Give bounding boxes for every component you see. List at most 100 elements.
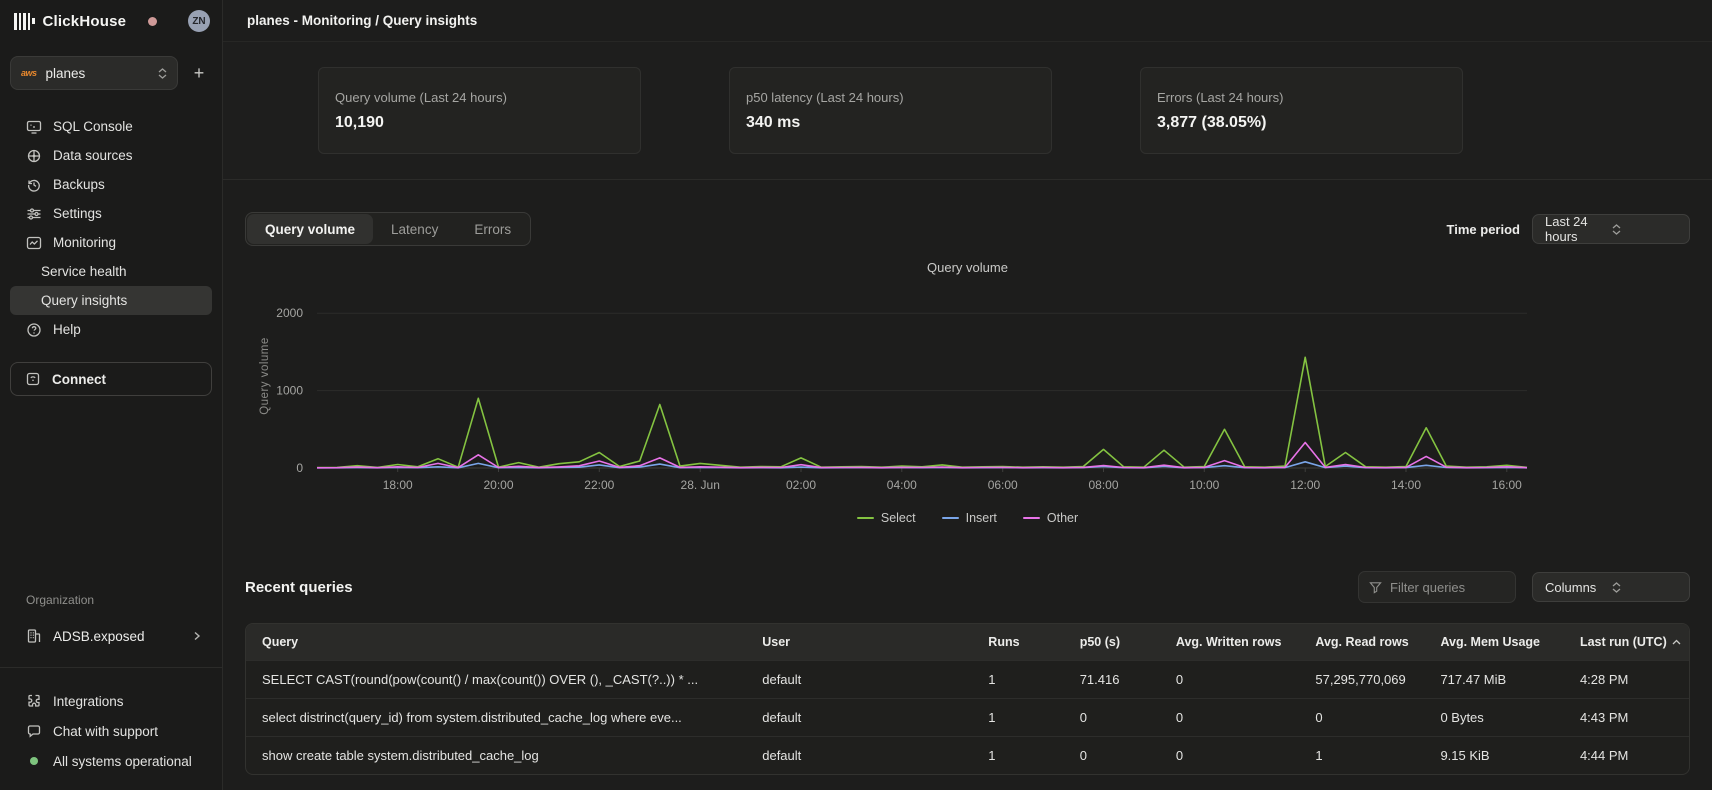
sidebar-item-label: Settings [53,206,102,221]
connect-button[interactable]: Connect [10,362,212,396]
funnel-icon [1369,581,1382,594]
svg-text:28. Jun: 28. Jun [681,478,720,492]
table-body: SELECT CAST(round(pow(count() / max(coun… [246,660,1689,774]
column-header[interactable]: Runs [972,635,1063,649]
app-window: ClickHouse ZN aws planes + SQL Console [0,0,1712,790]
legend-item-other[interactable]: Other [1023,511,1078,525]
svg-text:08:00: 08:00 [1088,478,1118,492]
recent-queries-table: QueryUserRunsp50 (s)Avg. Written rowsAvg… [245,623,1690,775]
chat-icon [26,723,42,739]
time-period-select[interactable]: Last 24 hours [1532,214,1690,244]
table-cell: 4:43 PM [1564,710,1689,725]
sidebar-item-service-health[interactable]: Service health [10,257,212,286]
table-cell: 71.416 [1064,672,1160,687]
columns-label: Columns [1545,580,1612,595]
organization-name: ADSB.exposed [53,629,145,644]
stat-value: 340 ms [746,114,1035,132]
sidebar-divider [0,667,222,668]
stat-label: p50 latency (Last 24 hours) [746,90,1035,105]
sidebar-item-backups[interactable]: Backups [10,170,212,199]
table-cell: 0 [1064,710,1160,725]
table-cell: 0 [1299,710,1424,725]
table-row[interactable]: select distrinct(query_id) from system.d… [246,698,1689,736]
table-row[interactable]: SELECT CAST(round(pow(count() / max(coun… [246,660,1689,698]
console-icon [26,119,42,135]
connect-icon [25,371,41,387]
legend-dash-icon [942,517,959,520]
chevron-updown-icon [1612,224,1679,235]
sidebar-item-query-insights[interactable]: Query insights [10,286,212,315]
svg-text:2000: 2000 [276,306,303,320]
column-header[interactable]: Avg. Read rows [1299,635,1424,649]
legend-label: Other [1047,511,1078,525]
columns-select[interactable]: Columns [1532,572,1690,602]
table-cell: 0 [1160,710,1299,725]
organization-item[interactable]: ADSB.exposed [10,621,212,651]
data-sources-icon [26,148,42,164]
sidebar-item-monitoring[interactable]: Monitoring [10,228,212,257]
query-volume-chart: 01000200018:0020:0022:0028. Jun02:0004:0… [259,284,1539,492]
column-header[interactable]: Last run (UTC) [1564,635,1689,649]
tab-latency[interactable]: Latency [373,214,456,244]
table-cell: select distrinct(query_id) from system.d… [246,710,746,725]
sidebar-item-label: Integrations [53,694,124,709]
chart-tabs: Query volume Latency Errors [245,212,531,246]
stat-label: Query volume (Last 24 hours) [335,90,624,105]
tab-errors[interactable]: Errors [456,214,529,244]
series-other [317,443,1527,468]
sidebar-item-integrations[interactable]: Integrations [10,686,212,716]
sidebar-item-label: Help [53,322,81,337]
sidebar-item-label: Backups [53,177,105,192]
column-header[interactable]: Query [246,635,746,649]
filter-queries-input-wrap [1358,571,1516,603]
svg-text:20:00: 20:00 [483,478,513,492]
connect-label: Connect [52,372,106,387]
table-cell: 1 [972,710,1063,725]
content: Query volume Latency Errors Time period … [223,180,1712,790]
svg-text:22:00: 22:00 [584,478,614,492]
column-header[interactable]: User [746,635,972,649]
chart-title: Query volume [245,260,1690,278]
table-cell: default [746,748,972,763]
sidebar: ClickHouse ZN aws planes + SQL Console [0,0,223,790]
avatar[interactable]: ZN [188,10,210,32]
series-select [317,357,1527,467]
table-header-row: QueryUserRunsp50 (s)Avg. Written rowsAvg… [246,624,1689,660]
stat-card-p50-latency: p50 latency (Last 24 hours) 340 ms [729,67,1052,154]
table-cell: show create table system.distributed_cac… [246,748,746,763]
svg-text:06:00: 06:00 [988,478,1018,492]
organization-icon [26,628,42,644]
recent-queries-heading: Recent queries [245,579,353,596]
svg-text:12:00: 12:00 [1290,478,1320,492]
stat-card-query-volume: Query volume (Last 24 hours) 10,190 [318,67,641,154]
table-cell: 1 [972,672,1063,687]
legend-item-select[interactable]: Select [857,511,916,525]
table-cell: 0 Bytes [1424,710,1564,725]
status-dot-icon [26,753,42,769]
sidebar-item-settings[interactable]: Settings [10,199,212,228]
table-cell: 0 [1064,748,1160,763]
tab-query-volume[interactable]: Query volume [247,214,373,244]
column-header[interactable]: Avg. Mem Usage [1424,635,1564,649]
chart-area: Query volume 01000200018:0020:0022:0028.… [245,284,1690,497]
stat-value: 10,190 [335,114,624,132]
organization-heading: Organization [10,593,212,607]
sidebar-item-system-status[interactable]: All systems operational [10,746,212,776]
table-row[interactable]: show create table system.distributed_cac… [246,736,1689,774]
column-header[interactable]: p50 (s) [1064,635,1160,649]
sidebar-item-sql-console[interactable]: SQL Console [10,112,212,141]
stat-card-errors: Errors (Last 24 hours) 3,877 (38.05%) [1140,67,1463,154]
sidebar-item-chat-support[interactable]: Chat with support [10,716,212,746]
table-cell: 4:44 PM [1564,748,1689,763]
sidebar-item-data-sources[interactable]: Data sources [10,141,212,170]
add-service-button[interactable]: + [186,60,212,86]
legend-item-insert[interactable]: Insert [942,511,997,525]
filter-queries-input[interactable] [1390,580,1500,595]
service-name: planes [46,66,158,81]
breadcrumb: planes - Monitoring / Query insights [247,13,477,28]
service-selector[interactable]: aws planes [10,56,178,90]
table-cell: 57,295,770,069 [1299,672,1424,687]
column-header[interactable]: Avg. Written rows [1160,635,1299,649]
legend-dash-icon [857,517,874,520]
sidebar-item-help[interactable]: Help [10,315,212,344]
